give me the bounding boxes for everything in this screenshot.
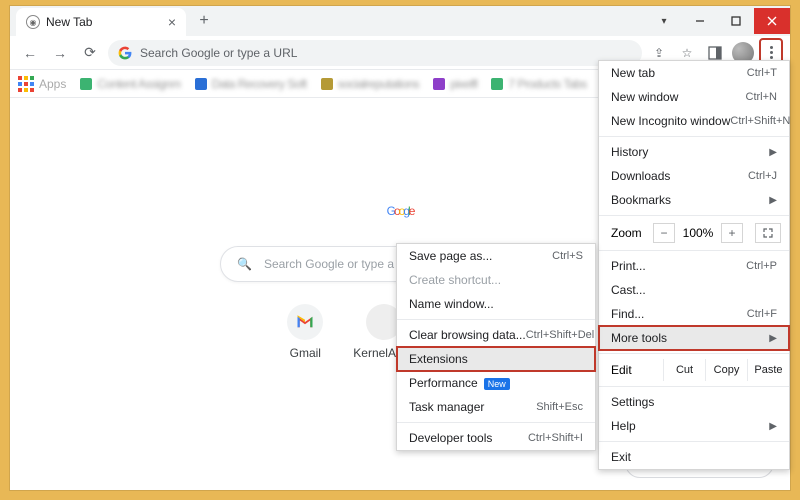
gmail-icon bbox=[287, 304, 323, 340]
menu-new-tab[interactable]: New tabCtrl+T bbox=[599, 61, 789, 85]
bookmark-item[interactable]: socialreputations bbox=[321, 77, 420, 91]
more-tools-submenu: Save page as...Ctrl+S Create shortcut...… bbox=[396, 243, 596, 451]
google-logo: Google bbox=[387, 168, 414, 228]
back-button[interactable]: ← bbox=[18, 41, 42, 65]
menu-new-incognito[interactable]: New Incognito windowCtrl+Shift+N bbox=[599, 109, 789, 133]
chevron-right-icon: ▶ bbox=[769, 195, 777, 206]
bookmark-item[interactable]: 7 Products Tabs bbox=[491, 77, 586, 91]
zoom-out-button[interactable]: − bbox=[653, 223, 675, 243]
menu-more-tools[interactable]: More tools▶ bbox=[599, 326, 789, 350]
favicon-icon bbox=[195, 78, 207, 90]
close-window-button[interactable] bbox=[754, 8, 790, 34]
minimize-button[interactable] bbox=[682, 8, 718, 34]
zoom-value: 100% bbox=[681, 226, 715, 240]
new-badge: New bbox=[484, 378, 510, 390]
tab-newtab[interactable]: ◉ New Tab × bbox=[16, 8, 186, 36]
favicon-icon bbox=[80, 78, 92, 90]
apps-label: Apps bbox=[39, 77, 66, 91]
apps-button[interactable]: Apps bbox=[18, 76, 66, 92]
favicon-icon bbox=[491, 78, 503, 90]
window-controls: ▾ bbox=[646, 8, 790, 34]
submenu-extensions[interactable]: Extensions bbox=[397, 347, 595, 371]
chrome-main-menu: New tabCtrl+T New windowCtrl+N New Incog… bbox=[598, 60, 790, 470]
menu-zoom: Zoom − 100% + bbox=[599, 219, 789, 247]
submenu-create-shortcut: Create shortcut... bbox=[397, 268, 595, 292]
submenu-performance[interactable]: PerformanceNew bbox=[397, 371, 595, 395]
omnibox[interactable]: Search Google or type a URL bbox=[108, 40, 642, 66]
titlebar: ◉ New Tab × + ▾ bbox=[10, 6, 790, 36]
bookmark-item[interactable]: pixelfl bbox=[433, 77, 477, 91]
favicon-icon bbox=[321, 78, 333, 90]
menu-bookmarks[interactable]: Bookmarks▶ bbox=[599, 188, 789, 212]
submenu-save-page[interactable]: Save page as...Ctrl+S bbox=[397, 244, 595, 268]
chevron-right-icon: ▶ bbox=[769, 147, 777, 158]
chevron-right-icon: ▶ bbox=[769, 333, 777, 344]
fullscreen-button[interactable] bbox=[755, 223, 781, 243]
submenu-clear-data[interactable]: Clear browsing data...Ctrl+Shift+Del bbox=[397, 323, 595, 347]
cut-button[interactable]: Cut bbox=[663, 359, 705, 381]
menu-downloads[interactable]: DownloadsCtrl+J bbox=[599, 164, 789, 188]
submenu-name-window[interactable]: Name window... bbox=[397, 292, 595, 316]
submenu-developer-tools[interactable]: Developer toolsCtrl+Shift+I bbox=[397, 426, 595, 450]
menu-edit: Edit Cut Copy Paste bbox=[599, 357, 789, 383]
omnibox-placeholder: Search Google or type a URL bbox=[140, 46, 297, 60]
menu-history[interactable]: History▶ bbox=[599, 140, 789, 164]
shortcut-label: Gmail bbox=[290, 346, 321, 360]
google-g-icon bbox=[118, 46, 132, 60]
paste-button[interactable]: Paste bbox=[747, 359, 789, 381]
reload-button[interactable]: ⟳ bbox=[78, 41, 102, 65]
menu-new-window[interactable]: New windowCtrl+N bbox=[599, 85, 789, 109]
chevron-right-icon: ▶ bbox=[769, 421, 777, 432]
tab-title: New Tab bbox=[46, 15, 162, 29]
close-tab-icon[interactable]: × bbox=[168, 14, 176, 30]
apps-grid-icon bbox=[18, 76, 34, 92]
shortcut-gmail[interactable]: Gmail bbox=[287, 304, 323, 360]
zoom-in-button[interactable]: + bbox=[721, 223, 743, 243]
menu-settings[interactable]: Settings bbox=[599, 390, 789, 414]
menu-cast[interactable]: Cast... bbox=[599, 278, 789, 302]
favicon-icon bbox=[433, 78, 445, 90]
menu-find[interactable]: Find...Ctrl+F bbox=[599, 302, 789, 326]
bookmark-item[interactable]: Data Recovery Soft bbox=[195, 77, 307, 91]
new-tab-button[interactable]: + bbox=[192, 9, 216, 33]
globe-icon: ◉ bbox=[26, 15, 40, 29]
forward-button[interactable]: → bbox=[48, 41, 72, 65]
menu-print[interactable]: Print...Ctrl+P bbox=[599, 254, 789, 278]
chevron-down-icon[interactable]: ▾ bbox=[646, 8, 682, 34]
submenu-task-manager[interactable]: Task managerShift+Esc bbox=[397, 395, 595, 419]
maximize-button[interactable] bbox=[718, 8, 754, 34]
bookmark-item[interactable]: Content Assignm bbox=[80, 77, 180, 91]
search-icon: 🔍 bbox=[237, 257, 252, 271]
copy-button[interactable]: Copy bbox=[705, 359, 747, 381]
menu-exit[interactable]: Exit bbox=[599, 445, 789, 469]
menu-help[interactable]: Help▶ bbox=[599, 414, 789, 438]
